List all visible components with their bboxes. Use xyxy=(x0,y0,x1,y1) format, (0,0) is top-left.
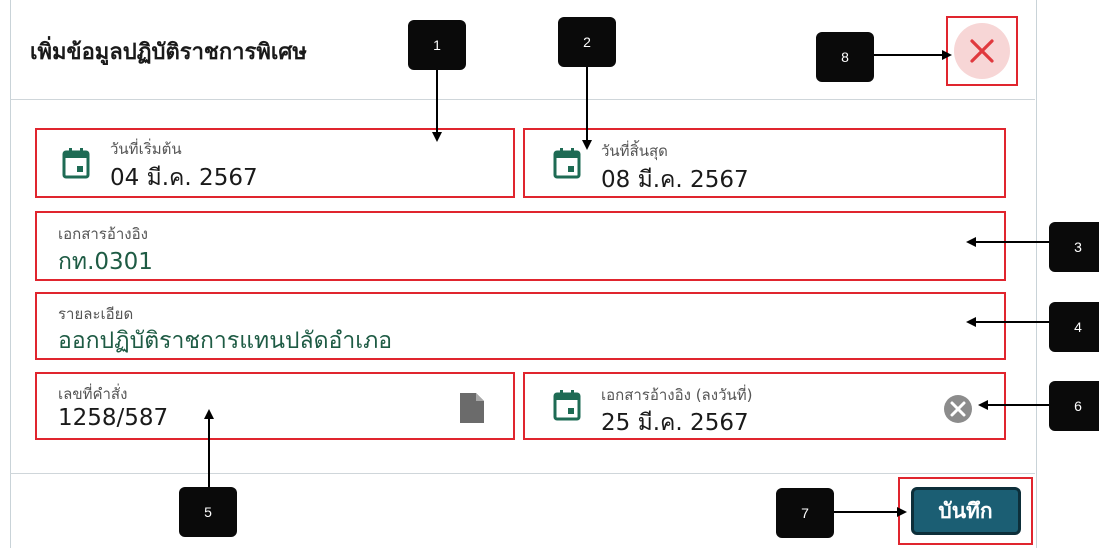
reference-document-value: กท.0301 xyxy=(58,249,153,275)
save-button-highlight: บันทึก xyxy=(898,477,1033,545)
reference-document-field[interactable]: เอกสารอ้างอิง กท.0301 xyxy=(35,211,1006,281)
details-field[interactable]: รายละเอียด ออกปฏิบัติราชการแทนปลัดอำเภอ xyxy=(35,292,1006,360)
order-number-value: 1258/587 xyxy=(58,405,169,431)
end-date-label: วันที่สิ้นสุด xyxy=(601,142,668,160)
start-date-label: วันที่เริ่มต้น xyxy=(110,140,182,158)
end-date-value: 08 มี.ค. 2567 xyxy=(601,167,749,193)
callout-6: 6 xyxy=(1049,381,1099,431)
reference-date-label: เอกสารอ้างอิง (ลงวันที่) xyxy=(601,386,753,404)
calendar-icon xyxy=(553,390,581,421)
callout-7: 7 xyxy=(776,488,834,538)
order-number-field[interactable]: เลขที่คำสั่ง 1258/587 xyxy=(35,372,515,440)
order-number-label: เลขที่คำสั่ง xyxy=(58,385,128,403)
callout-3: 3 xyxy=(1049,222,1099,272)
calendar-icon xyxy=(553,148,581,179)
close-button-highlight xyxy=(946,16,1018,86)
footer-divider xyxy=(10,473,1035,474)
reference-date-value: 25 มี.ค. 2567 xyxy=(601,410,749,436)
end-date-field[interactable]: วันที่สิ้นสุด 08 มี.ค. 2567 xyxy=(523,128,1006,198)
close-button[interactable] xyxy=(954,23,1010,79)
dialog-title: เพิ่มข้อมูลปฏิบัติราชการพิเศษ xyxy=(30,40,307,65)
callout-1: 1 xyxy=(408,20,466,70)
callout-4: 4 xyxy=(1049,302,1099,352)
callout-8: 8 xyxy=(816,32,874,82)
callout-5: 5 xyxy=(179,487,237,537)
callout-2: 2 xyxy=(558,17,616,67)
close-x-icon xyxy=(970,39,994,63)
start-date-field[interactable]: วันที่เริ่มต้น 04 มี.ค. 2567 xyxy=(35,128,515,198)
save-button[interactable]: บันทึก xyxy=(910,487,1021,535)
file-icon[interactable] xyxy=(458,391,486,425)
start-date-value: 04 มี.ค. 2567 xyxy=(110,165,258,191)
reference-document-label: เอกสารอ้างอิง xyxy=(58,225,148,243)
reference-date-field[interactable]: เอกสารอ้างอิง (ลงวันที่) 25 มี.ค. 2567 xyxy=(523,372,1006,440)
clear-circle-icon[interactable] xyxy=(943,394,973,424)
header-divider xyxy=(10,99,1035,100)
calendar-icon xyxy=(62,148,90,179)
details-value: ออกปฏิบัติราชการแทนปลัดอำเภอ xyxy=(58,328,393,354)
